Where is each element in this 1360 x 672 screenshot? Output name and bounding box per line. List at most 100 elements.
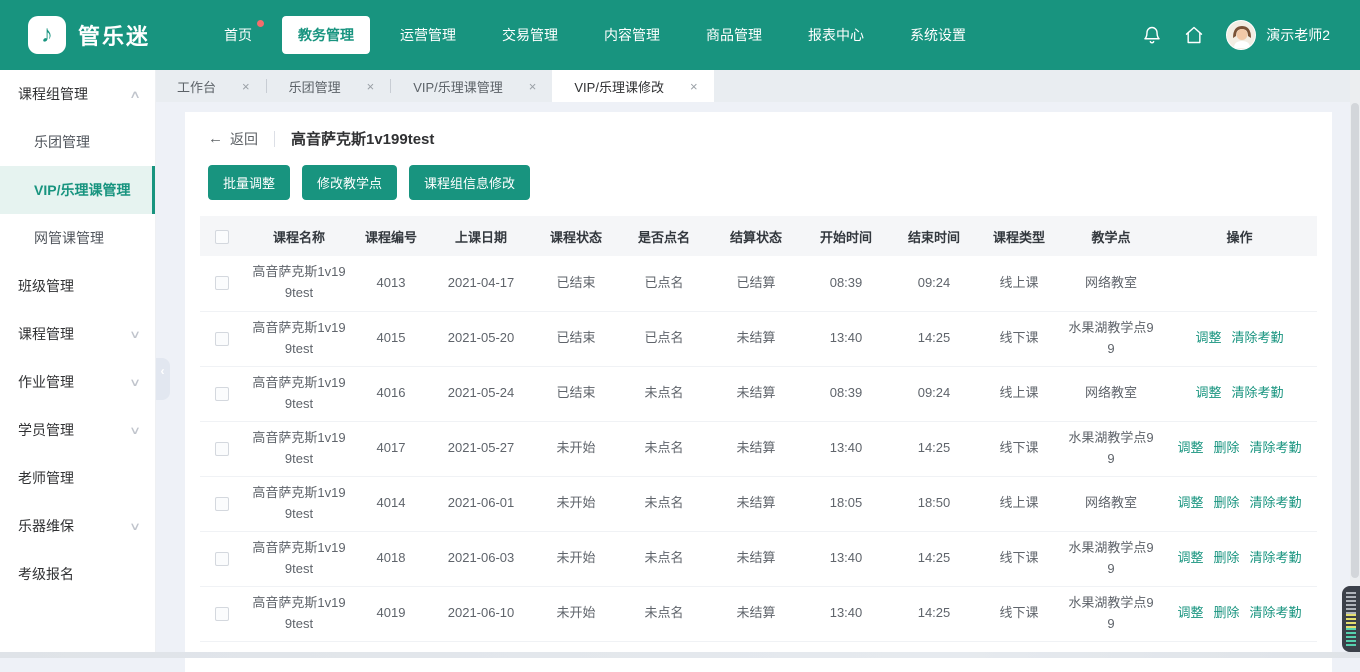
tab-vip-theory-label: VIP/乐理课管理	[413, 77, 503, 96]
back-button[interactable]: ← 返回	[208, 129, 258, 149]
select-all-checkbox[interactable]	[215, 230, 229, 244]
sidebar-item-instrument-maintenance[interactable]: 乐器维保 ∨	[0, 502, 155, 550]
cell-venue: 网络教室	[1060, 256, 1162, 311]
adjust-link[interactable]: 调整	[1195, 330, 1221, 345]
adjust-link[interactable]: 调整	[1177, 605, 1203, 620]
sidebar-label: 课程管理	[18, 324, 74, 344]
delete-link[interactable]: 删除	[1213, 440, 1239, 455]
close-icon[interactable]: ×	[529, 79, 537, 94]
col-settlement-status: 结算状态	[710, 216, 802, 256]
chevron-up-icon: ∧	[129, 88, 141, 101]
adjust-link[interactable]: 调整	[1177, 550, 1203, 565]
row-checkbox[interactable]	[215, 332, 229, 346]
cell-course-code: 4014	[354, 476, 428, 531]
nav-system-settings[interactable]: 系统设置	[894, 16, 982, 54]
edit-course-group-button[interactable]: 课程组信息修改	[409, 165, 530, 200]
delete-link[interactable]: 删除	[1213, 605, 1239, 620]
change-venue-button[interactable]: 修改教学点	[302, 165, 397, 200]
clear-attendance-link[interactable]: 清除考勤	[1232, 330, 1284, 345]
row-checkbox[interactable]	[215, 552, 229, 566]
sidebar-label: 乐器维保	[18, 516, 74, 536]
cell-lesson-date: 2021-06-03	[428, 531, 534, 586]
brand-logo[interactable]: ♪ 管乐迷	[28, 16, 178, 54]
close-icon[interactable]: ×	[242, 79, 250, 94]
vertical-scrollbar[interactable]	[1350, 70, 1360, 652]
vertical-scrollbar-thumb[interactable]	[1351, 103, 1359, 578]
row-checkbox[interactable]	[215, 442, 229, 456]
close-icon[interactable]: ×	[367, 79, 375, 94]
adjust-link[interactable]: 调整	[1177, 495, 1203, 510]
col-end-time: 结束时间	[890, 216, 978, 256]
tab-workbench[interactable]: 工作台 ×	[155, 70, 266, 102]
bell-icon[interactable]	[1142, 25, 1162, 45]
delete-link[interactable]: 删除	[1213, 550, 1239, 565]
row-checkbox[interactable]	[215, 387, 229, 401]
cell-operations: 调整删除清除考勤	[1162, 531, 1317, 586]
row-checkbox[interactable]	[215, 276, 229, 290]
sidebar-item-homework-management[interactable]: 作业管理 ∨	[0, 358, 155, 406]
clear-attendance-link[interactable]: 清除考勤	[1250, 440, 1302, 455]
nav-home[interactable]: 首页	[208, 16, 268, 54]
cell-operations: 调整清除考勤	[1162, 311, 1317, 366]
horizontal-scrollbar[interactable]	[0, 652, 1360, 658]
cell-course-name: 高音萨克斯1v199test	[244, 311, 354, 366]
cell-lesson-date: 2021-06-01	[428, 476, 534, 531]
course-group-panel: ← 返回 高音萨克斯1v199test 批量调整 修改教学点 课程组信息修改 课…	[185, 112, 1332, 672]
table-row: 高音萨克斯1v199test 4016 2021-05-24 已结束 未点名 未…	[200, 366, 1317, 421]
nav-academic-management[interactable]: 教务管理	[282, 16, 370, 54]
user-menu[interactable]: 演示老师2	[1226, 20, 1330, 50]
tab-band-management[interactable]: 乐团管理 ×	[267, 70, 391, 102]
cell-start-time: 13:40	[802, 531, 890, 586]
sidebar-item-online-admin-class[interactable]: 网管课管理	[0, 214, 155, 262]
sidebar-item-exam-registration[interactable]: 考级报名	[0, 550, 155, 598]
sidebar-item-course-management[interactable]: 课程管理 ∨	[0, 310, 155, 358]
main-nav: 首页 教务管理 运营管理 交易管理 内容管理 商品管理 报表中心 系统设置	[208, 16, 982, 54]
cell-end-time: 09:24	[890, 366, 978, 421]
nav-operations-label: 运营管理	[400, 27, 456, 43]
lessons-table: 课程名称 课程编号 上课日期 课程状态 是否点名 结算状态 开始时间 结束时间 …	[200, 216, 1317, 642]
tab-vip-theory-edit-label: VIP/乐理课修改	[574, 77, 664, 96]
sidebar-item-band-management[interactable]: 乐团管理	[0, 118, 155, 166]
nav-report-center[interactable]: 报表中心	[792, 16, 880, 54]
nav-content-management[interactable]: 内容管理	[588, 16, 676, 54]
row-checkbox[interactable]	[215, 607, 229, 621]
page-header-row: ← 返回 高音萨克斯1v199test	[200, 128, 1317, 149]
clear-attendance-link[interactable]: 清除考勤	[1232, 385, 1284, 400]
nav-content-label: 内容管理	[604, 27, 660, 43]
sidebar-collapse-handle[interactable]: ‹	[155, 358, 170, 400]
cell-settlement-status: 已结算	[710, 256, 802, 311]
sidebar-item-class-management[interactable]: 班级管理	[0, 262, 155, 310]
scroll-indicator-widget[interactable]	[1342, 586, 1360, 652]
nav-product-label: 商品管理	[706, 27, 762, 43]
adjust-link[interactable]: 调整	[1177, 440, 1203, 455]
cell-start-time: 13:40	[802, 311, 890, 366]
table-row: 高音萨克斯1v199test 4015 2021-05-20 已结束 已点名 未…	[200, 311, 1317, 366]
cell-start-time: 08:39	[802, 366, 890, 421]
cell-rollcall-status: 未点名	[618, 421, 710, 476]
tab-vip-theory-edit[interactable]: VIP/乐理课修改 ×	[552, 70, 713, 102]
nav-product-management[interactable]: 商品管理	[690, 16, 778, 54]
sidebar-item-course-group-management[interactable]: 课程组管理 ∧	[0, 70, 155, 118]
adjust-link[interactable]: 调整	[1195, 385, 1221, 400]
clear-attendance-link[interactable]: 清除考勤	[1250, 605, 1302, 620]
sidebar-item-teacher-management[interactable]: 老师管理	[0, 454, 155, 502]
clear-attendance-link[interactable]: 清除考勤	[1250, 495, 1302, 510]
nav-settings-label: 系统设置	[910, 27, 966, 43]
cell-course-code: 4013	[354, 256, 428, 311]
sidebar-item-student-management[interactable]: 学员管理 ∨	[0, 406, 155, 454]
row-checkbox[interactable]	[215, 497, 229, 511]
batch-adjust-button[interactable]: 批量调整	[208, 165, 290, 200]
cell-settlement-status: 未结算	[710, 421, 802, 476]
tab-vip-theory-management[interactable]: VIP/乐理课管理 ×	[391, 70, 552, 102]
delete-link[interactable]: 删除	[1213, 495, 1239, 510]
cell-course-type: 线上课	[978, 256, 1060, 311]
cell-settlement-status: 未结算	[710, 476, 802, 531]
home-icon[interactable]	[1184, 25, 1204, 45]
nav-transaction-management[interactable]: 交易管理	[486, 16, 574, 54]
cell-end-time: 14:25	[890, 586, 978, 641]
nav-operations-management[interactable]: 运营管理	[384, 16, 472, 54]
sidebar-item-vip-theory-management[interactable]: VIP/乐理课管理	[0, 166, 155, 214]
clear-attendance-link[interactable]: 清除考勤	[1250, 550, 1302, 565]
close-icon[interactable]: ×	[690, 79, 698, 94]
cell-operations	[1162, 256, 1317, 311]
